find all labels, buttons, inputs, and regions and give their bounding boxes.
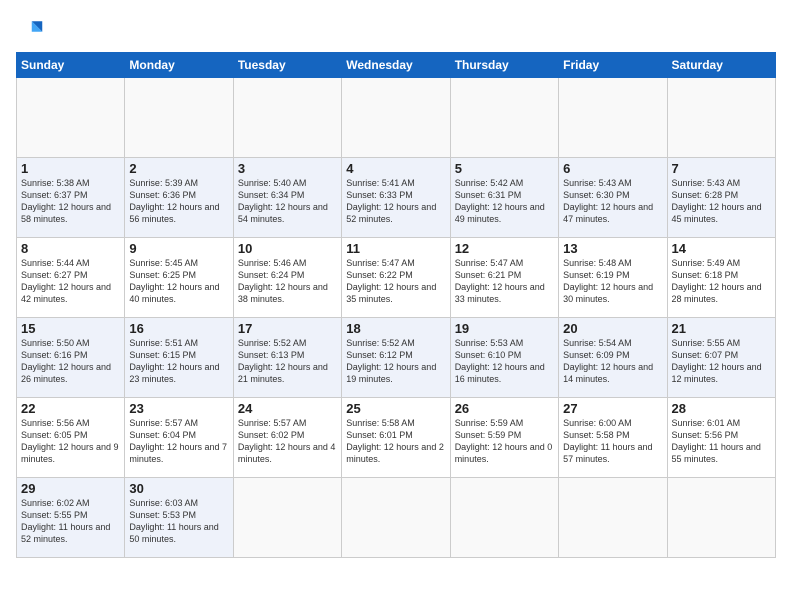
calendar-cell <box>450 78 558 158</box>
calendar-cell: 27Sunrise: 6:00 AMSunset: 5:58 PMDayligh… <box>559 398 667 478</box>
calendar-cell <box>125 78 233 158</box>
weekday-header-monday: Monday <box>125 53 233 78</box>
calendar-cell: 3Sunrise: 5:40 AMSunset: 6:34 PMDaylight… <box>233 158 341 238</box>
calendar-cell: 8Sunrise: 5:44 AMSunset: 6:27 PMDaylight… <box>17 238 125 318</box>
weekday-header-tuesday: Tuesday <box>233 53 341 78</box>
calendar-cell: 4Sunrise: 5:41 AMSunset: 6:33 PMDaylight… <box>342 158 450 238</box>
calendar-cell: 16Sunrise: 5:51 AMSunset: 6:15 PMDayligh… <box>125 318 233 398</box>
calendar-cell: 28Sunrise: 6:01 AMSunset: 5:56 PMDayligh… <box>667 398 775 478</box>
calendar-cell: 23Sunrise: 5:57 AMSunset: 6:04 PMDayligh… <box>125 398 233 478</box>
calendar-cell: 19Sunrise: 5:53 AMSunset: 6:10 PMDayligh… <box>450 318 558 398</box>
calendar-cell: 10Sunrise: 5:46 AMSunset: 6:24 PMDayligh… <box>233 238 341 318</box>
calendar-cell: 12Sunrise: 5:47 AMSunset: 6:21 PMDayligh… <box>450 238 558 318</box>
calendar-cell: 21Sunrise: 5:55 AMSunset: 6:07 PMDayligh… <box>667 318 775 398</box>
calendar-cell <box>559 478 667 558</box>
calendar-cell: 17Sunrise: 5:52 AMSunset: 6:13 PMDayligh… <box>233 318 341 398</box>
weekday-header-friday: Friday <box>559 53 667 78</box>
calendar: SundayMondayTuesdayWednesdayThursdayFrid… <box>16 52 776 558</box>
calendar-cell <box>233 478 341 558</box>
calendar-cell <box>450 478 558 558</box>
weekday-header-wednesday: Wednesday <box>342 53 450 78</box>
weekday-header-sunday: Sunday <box>17 53 125 78</box>
calendar-cell: 18Sunrise: 5:52 AMSunset: 6:12 PMDayligh… <box>342 318 450 398</box>
calendar-cell: 20Sunrise: 5:54 AMSunset: 6:09 PMDayligh… <box>559 318 667 398</box>
calendar-cell: 24Sunrise: 5:57 AMSunset: 6:02 PMDayligh… <box>233 398 341 478</box>
calendar-cell: 9Sunrise: 5:45 AMSunset: 6:25 PMDaylight… <box>125 238 233 318</box>
calendar-cell: 30Sunrise: 6:03 AMSunset: 5:53 PMDayligh… <box>125 478 233 558</box>
calendar-cell <box>667 78 775 158</box>
calendar-cell: 14Sunrise: 5:49 AMSunset: 6:18 PMDayligh… <box>667 238 775 318</box>
calendar-cell <box>342 478 450 558</box>
calendar-cell: 22Sunrise: 5:56 AMSunset: 6:05 PMDayligh… <box>17 398 125 478</box>
calendar-cell: 26Sunrise: 5:59 AMSunset: 5:59 PMDayligh… <box>450 398 558 478</box>
logo-icon <box>16 16 44 44</box>
weekday-header-saturday: Saturday <box>667 53 775 78</box>
calendar-cell: 13Sunrise: 5:48 AMSunset: 6:19 PMDayligh… <box>559 238 667 318</box>
calendar-cell: 7Sunrise: 5:43 AMSunset: 6:28 PMDaylight… <box>667 158 775 238</box>
calendar-cell: 11Sunrise: 5:47 AMSunset: 6:22 PMDayligh… <box>342 238 450 318</box>
calendar-cell <box>17 78 125 158</box>
calendar-cell: 25Sunrise: 5:58 AMSunset: 6:01 PMDayligh… <box>342 398 450 478</box>
calendar-cell: 15Sunrise: 5:50 AMSunset: 6:16 PMDayligh… <box>17 318 125 398</box>
calendar-cell: 5Sunrise: 5:42 AMSunset: 6:31 PMDaylight… <box>450 158 558 238</box>
calendar-cell: 1Sunrise: 5:38 AMSunset: 6:37 PMDaylight… <box>17 158 125 238</box>
calendar-cell <box>342 78 450 158</box>
weekday-header-thursday: Thursday <box>450 53 558 78</box>
calendar-cell <box>559 78 667 158</box>
calendar-cell <box>233 78 341 158</box>
logo <box>16 16 48 44</box>
calendar-cell: 2Sunrise: 5:39 AMSunset: 6:36 PMDaylight… <box>125 158 233 238</box>
calendar-cell: 6Sunrise: 5:43 AMSunset: 6:30 PMDaylight… <box>559 158 667 238</box>
calendar-cell: 29Sunrise: 6:02 AMSunset: 5:55 PMDayligh… <box>17 478 125 558</box>
calendar-cell <box>667 478 775 558</box>
